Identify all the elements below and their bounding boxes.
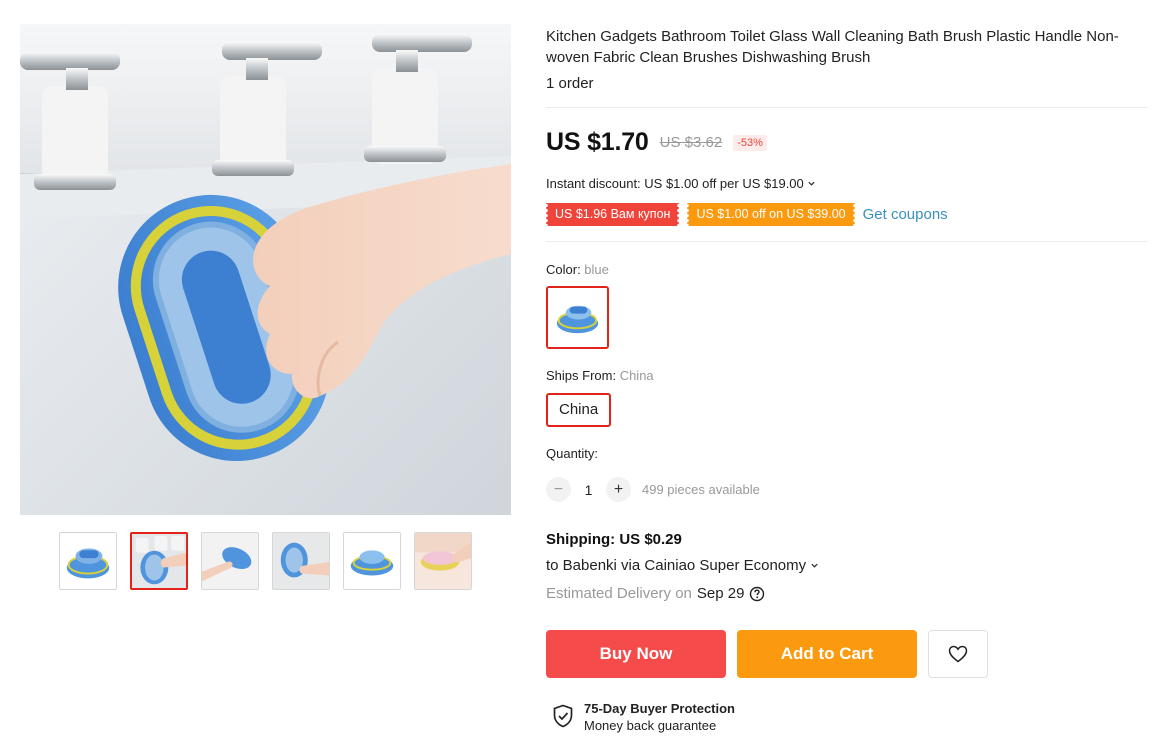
- shipping-destination[interactable]: to Babenki via Cainiao Super Economy: [546, 557, 819, 574]
- buyer-protection: 75-Day Buyer Protection Money back guara…: [552, 701, 735, 735]
- coupon-red[interactable]: US $1.96 Вам купон: [543, 203, 682, 226]
- discount-badge: -53%: [733, 134, 767, 151]
- coupon-row: US $1.96 Вам купон US $1.00 off on US $3…: [543, 203, 948, 226]
- product-title: Kitchen Gadgets Bathroom Toilet Glass Wa…: [546, 28, 1119, 66]
- estimated-delivery: Estimated Delivery on Sep 29: [546, 585, 765, 602]
- quantity-increase-button[interactable]: +: [606, 477, 631, 502]
- shield-check-icon: [553, 704, 573, 728]
- help-icon[interactable]: [749, 586, 765, 602]
- wishlist-button[interactable]: [928, 630, 988, 678]
- price-row: US $1.70 US $3.62 -53%: [546, 128, 767, 157]
- protection-title: 75-Day Buyer Protection: [584, 701, 735, 716]
- shipping-destination-text: to Babenki via Cainiao Super Economy: [546, 557, 807, 574]
- instant-discount[interactable]: Instant discount: US $1.00 off per US $1…: [546, 176, 816, 191]
- thumbnail-2[interactable]: [130, 532, 188, 590]
- chevron-down-icon: [811, 563, 818, 568]
- shipping-cost: Shipping: US $0.29: [546, 531, 682, 548]
- get-coupons-link[interactable]: Get coupons: [863, 206, 948, 223]
- original-price: US $3.62: [659, 134, 723, 151]
- thumbnail-5[interactable]: [343, 532, 401, 590]
- protection-subtitle: Money back guarantee: [584, 718, 717, 733]
- divider: [546, 241, 1148, 242]
- buy-now-button[interactable]: Buy Now: [546, 630, 726, 678]
- current-price: US $1.70: [546, 128, 649, 156]
- coupon-orange[interactable]: US $1.00 off on US $39.00: [685, 203, 857, 226]
- divider: [546, 107, 1148, 108]
- ships-from-value: China: [619, 368, 654, 383]
- color-value: blue: [584, 262, 609, 277]
- thumbnail-1[interactable]: [59, 532, 117, 590]
- thumbnail-6[interactable]: [414, 532, 472, 590]
- ships-from-option-china[interactable]: China: [546, 393, 612, 427]
- instant-discount-text: Instant discount: US $1.00 off per US $1…: [546, 176, 804, 191]
- thumbnail-strip: [59, 532, 472, 590]
- main-product-image[interactable]: [20, 24, 511, 515]
- ships-from-label-text: Ships From:: [546, 368, 620, 383]
- order-count: 1 order: [546, 75, 594, 92]
- estimated-delivery-date: Sep 29: [696, 585, 745, 602]
- heart-icon: [948, 645, 968, 663]
- quantity-decrease-button[interactable]: −: [546, 477, 571, 502]
- add-to-cart-button[interactable]: Add to Cart: [737, 630, 917, 678]
- chevron-down-icon: [808, 181, 815, 186]
- thumbnail-4[interactable]: [272, 532, 330, 590]
- color-label-text: Color:: [546, 262, 585, 277]
- pieces-available: 499 pieces available: [642, 482, 760, 497]
- ships-from-label: Ships From: China: [546, 368, 654, 383]
- quantity-label: Quantity:: [546, 446, 599, 461]
- color-option-blue[interactable]: [546, 286, 609, 349]
- color-label: Color: blue: [546, 262, 609, 277]
- quantity-value[interactable]: 1: [571, 482, 606, 498]
- thumbnail-3[interactable]: [201, 532, 259, 590]
- estimated-delivery-label: Estimated Delivery on: [546, 585, 692, 602]
- quantity-stepper: − 1 + 499 pieces available: [546, 477, 760, 502]
